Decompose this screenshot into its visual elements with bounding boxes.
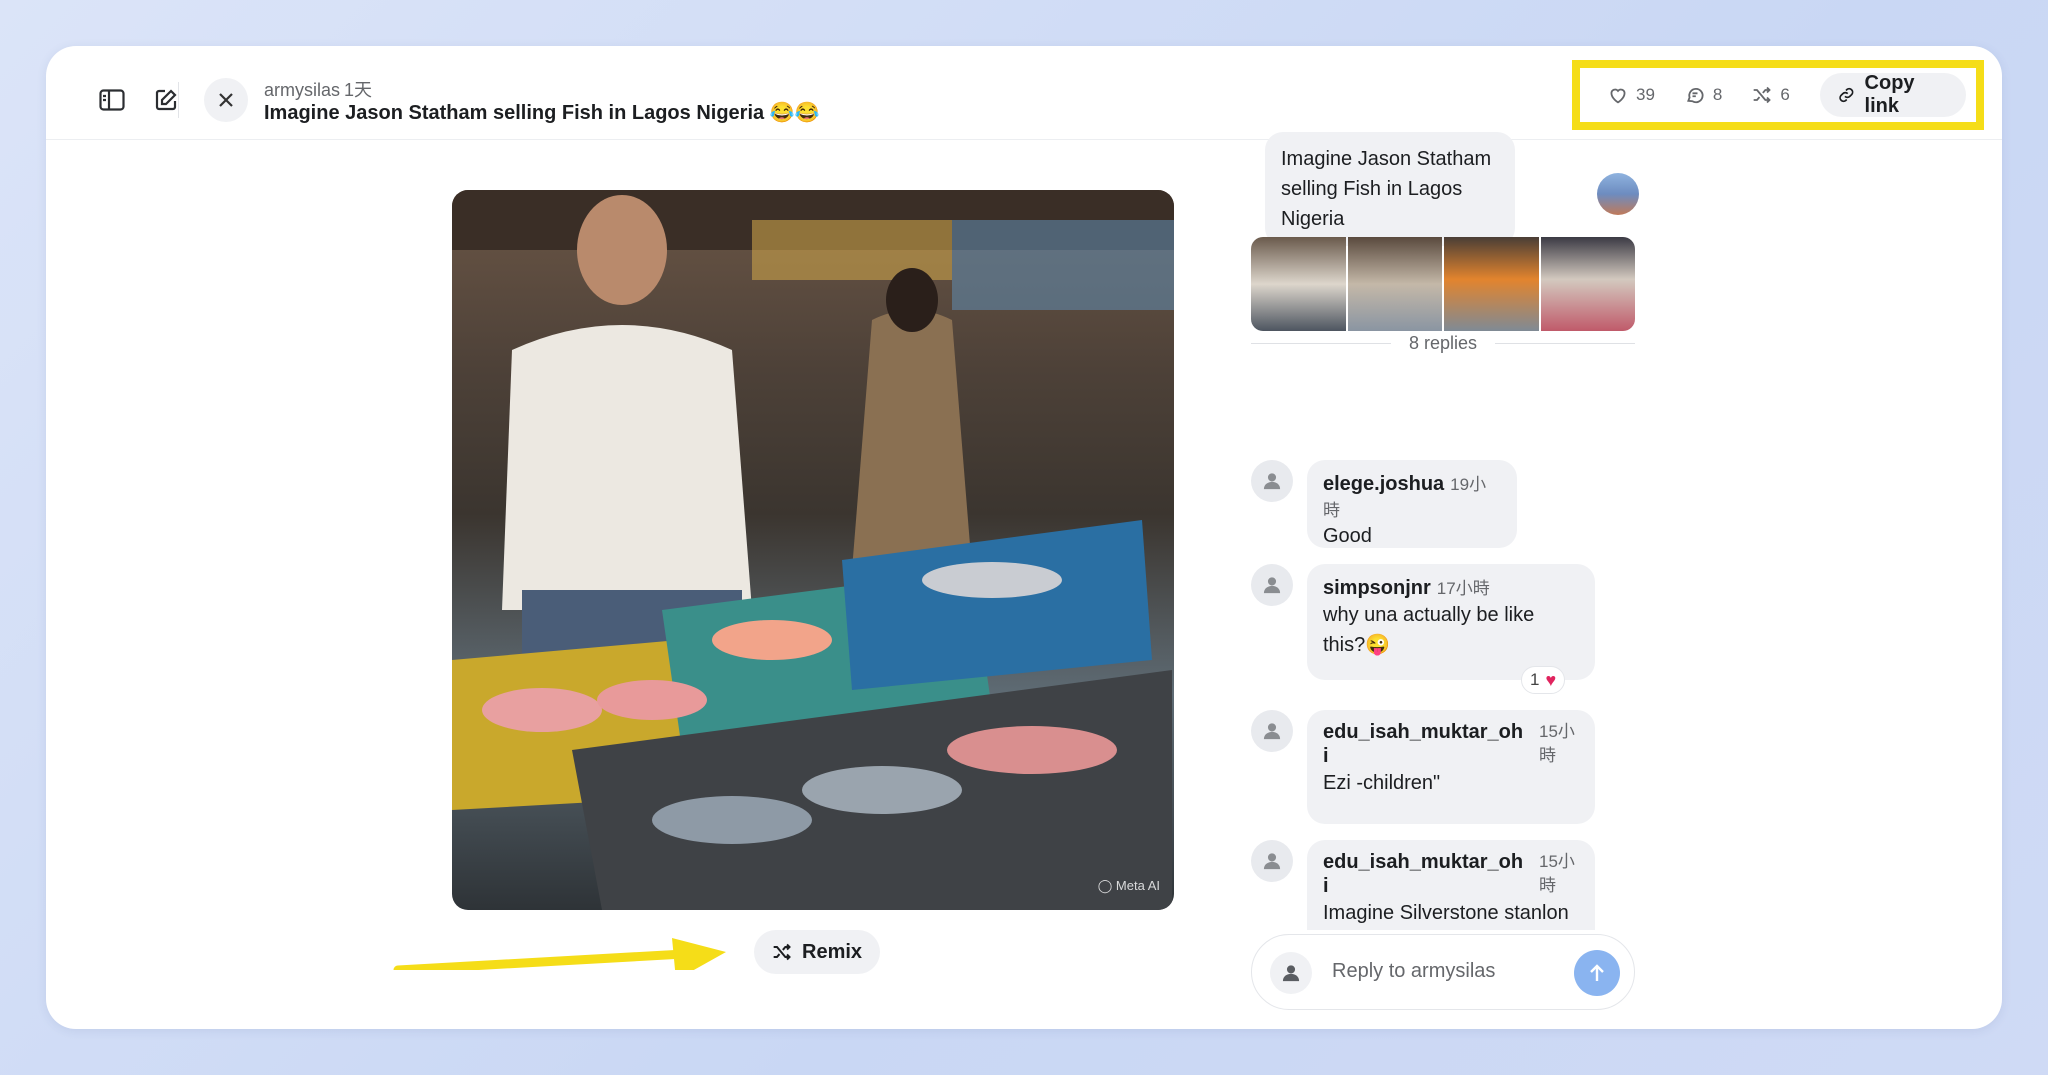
send-button[interactable] — [1574, 950, 1620, 996]
comment-button[interactable]: 8 — [1685, 85, 1722, 105]
post-window: armysilas 1天 Imagine Jason Statham sellin… — [46, 46, 2002, 1029]
reaction-badge[interactable]: 1 ♥ — [1521, 666, 1566, 694]
replies-divider: 8 replies — [1251, 330, 1636, 356]
comment-bubble: elege.joshua 19小時 Good — [1307, 460, 1517, 548]
comment-text: why una actually be like this?😜 — [1323, 604, 1535, 656]
arrow-up-icon — [1590, 964, 1604, 981]
comment-bubble: simpsonjnr 17小時 why una actually be like … — [1307, 564, 1595, 680]
current-user-avatar — [1270, 952, 1312, 994]
remix-label: Remix — [802, 940, 863, 963]
like-button[interactable]: 39 — [1608, 85, 1655, 105]
comment-user[interactable]: elege.joshua — [1323, 473, 1444, 495]
shuffle-icon — [1754, 86, 1772, 104]
actions-bar: 39 8 6 Copy link — [1572, 60, 1984, 130]
thumbnail-3[interactable] — [1444, 237, 1539, 331]
heart-reaction-icon: ♥ — [1545, 669, 1557, 690]
thumbnail-2[interactable] — [1347, 237, 1442, 331]
generated-image[interactable]: ◯ Meta AI — [452, 190, 1174, 910]
new-chat-icon[interactable] — [146, 80, 186, 120]
heart-icon — [1610, 88, 1626, 104]
comment-time: 15小 時 — [1539, 852, 1575, 895]
remix-count: 6 — [1780, 85, 1790, 104]
person-icon — [1263, 577, 1281, 594]
post-title: Imagine Jason Statham selling Fish in La… — [264, 102, 820, 124]
commenter-avatar[interactable] — [1251, 460, 1293, 502]
post-meta: armysilas 1天 — [264, 76, 372, 102]
commenter-avatar[interactable] — [1251, 710, 1293, 752]
copy-link-button[interactable]: Copy link — [1819, 72, 1966, 117]
comment-text: Ezi -children" — [1323, 772, 1441, 794]
comment-text: Imagine Silverstone stanlon — [1323, 902, 1569, 924]
comment-icon — [1686, 87, 1704, 104]
commenter-avatar[interactable] — [1251, 840, 1293, 882]
shuffle-icon — [773, 943, 791, 961]
thumbnail-1[interactable] — [1251, 237, 1346, 331]
image-thumbnails — [1251, 237, 1635, 331]
copy-link-label: Copy link — [1864, 72, 1915, 117]
commenter-avatar[interactable] — [1251, 564, 1293, 606]
author-avatar[interactable] — [1597, 173, 1639, 215]
comment-time: 17小時 — [1436, 579, 1490, 598]
thumbnail-4[interactable] — [1540, 237, 1635, 331]
like-count: 39 — [1636, 85, 1655, 104]
close-button[interactable] — [204, 78, 248, 122]
person-icon — [1263, 853, 1281, 870]
top-bar: armysilas 1天 Imagine Jason Statham sellin… — [46, 46, 2002, 140]
reaction-count: 1 — [1530, 670, 1540, 689]
comments-list: elege.joshua 19小時 Good simpsonjnr 17小時 why… — [1251, 360, 1671, 930]
sidebar-toggle-icon[interactable] — [92, 80, 132, 120]
person-icon — [1263, 473, 1281, 490]
comment-user[interactable]: edu_isah_muktar_oh i — [1323, 850, 1533, 898]
remix-button[interactable]: Remix — [754, 930, 881, 974]
replies-count: 8 replies — [1408, 332, 1478, 353]
comment-count: 8 — [1712, 85, 1723, 104]
image-watermark: ◯ Meta AI — [1097, 878, 1160, 893]
market-scene-illustration — [452, 190, 1174, 910]
remix-count-button[interactable]: 6 — [1752, 85, 1790, 105]
person-icon — [1263, 723, 1281, 740]
divider — [178, 82, 179, 118]
post-time: 1天 — [344, 80, 373, 100]
prompt-bubble: Imagine Jason Statham selling Fish in La… — [1265, 132, 1515, 246]
comment-bubble: edu_isah_muktar_oh i 15小 時 Imagine Silve… — [1307, 840, 1595, 930]
comment-bubble: edu_isah_muktar_oh i 15小 時 Ezi -children… — [1307, 710, 1595, 824]
reply-composer[interactable]: Reply to armysilas — [1251, 934, 1635, 1010]
comment-time: 15小 時 — [1539, 722, 1575, 765]
comment-user[interactable]: edu_isah_muktar_oh i — [1323, 720, 1533, 768]
link-icon — [1839, 87, 1854, 103]
comment-text: Good — [1323, 525, 1372, 547]
reply-input[interactable]: Reply to armysilas — [1332, 960, 1495, 983]
annotation-arrow — [393, 938, 726, 970]
post-username[interactable]: armysilas — [264, 80, 340, 100]
comment-user[interactable]: simpsonjnr — [1323, 577, 1431, 599]
prompt-text: Imagine Jason Statham selling Fish in La… — [1281, 148, 1492, 230]
person-icon — [1282, 965, 1300, 982]
